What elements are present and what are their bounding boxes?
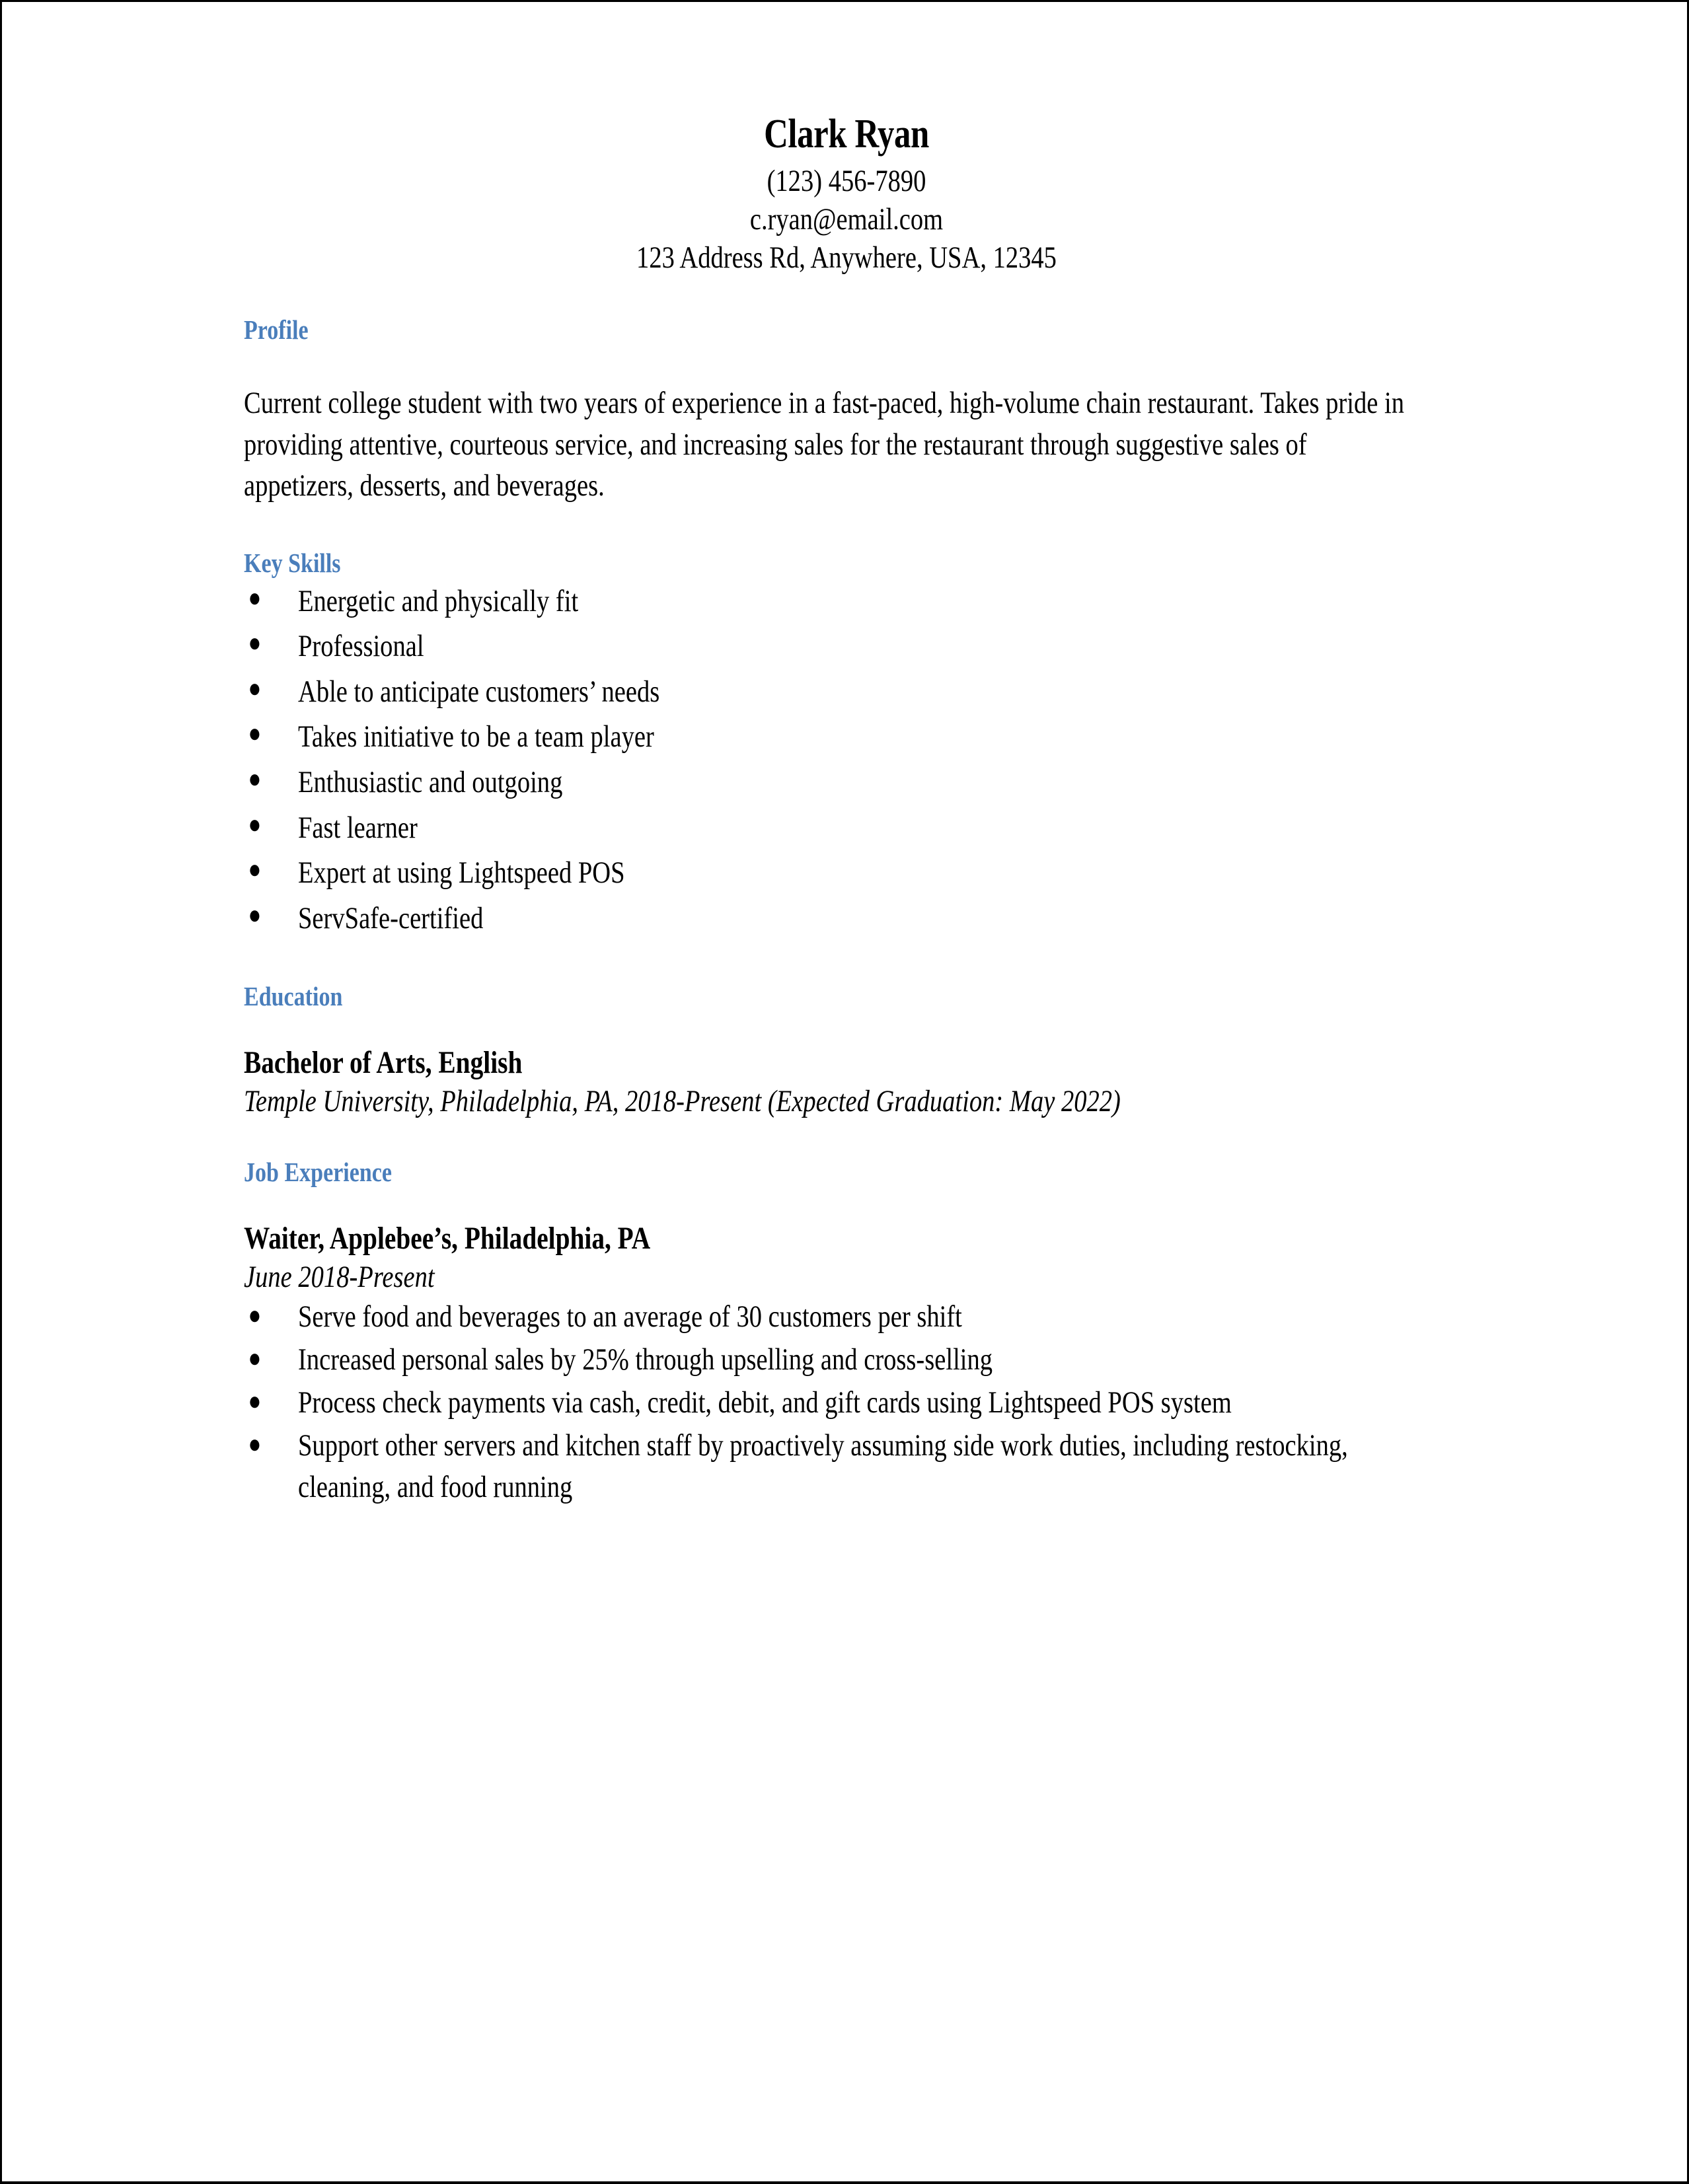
list-item: ● Professional — [244, 624, 1409, 669]
education-school: Temple University, Philadelphia, PA, 201… — [244, 1084, 1121, 1118]
list-item-label: Process check payments via cash, credit,… — [298, 1385, 1232, 1420]
list-item: ● Energetic and physically fit — [244, 579, 1409, 624]
bullet-icon: ● — [248, 582, 262, 612]
resume-page: Clark Ryan (123) 456-7890 c.ryan@email.c… — [0, 0, 1689, 2184]
list-item-label: Serve food and beverages to an average o… — [298, 1299, 962, 1334]
candidate-name: Clark Ryan — [764, 112, 929, 157]
list-item: ● Able to anticipate customers’ needs — [244, 669, 1409, 715]
list-item-label: Increased personal sales by 25% through … — [298, 1342, 993, 1377]
list-item: ● Fast learner — [244, 805, 1409, 851]
bullet-icon: ● — [248, 809, 262, 839]
profile-paragraph: Current college student with two years o… — [244, 386, 1404, 503]
key-skills-list: ● Energetic and physically fit ● Professio… — [244, 579, 1409, 941]
list-item-label: Support other servers and kitchen staff … — [298, 1428, 1348, 1505]
candidate-address: 123 Address Rd, Anywhere, USA, 12345 — [636, 240, 1057, 275]
section-heading-key-skills: Key Skills — [244, 547, 341, 578]
job-experience-list: ● Serve food and beverages to an average … — [244, 1296, 1409, 1508]
list-item: ● Enthusiastic and outgoing — [244, 760, 1409, 805]
candidate-phone: (123) 456-7890 — [767, 164, 926, 199]
list-item-label: Able to anticipate customers’ needs — [298, 674, 660, 709]
list-item: ● Support other servers and kitchen staff… — [244, 1425, 1409, 1508]
bullet-icon: ● — [248, 718, 262, 748]
list-item-label: ServSafe-certified — [298, 900, 484, 935]
list-item-label: Takes initiative to be a team player — [298, 719, 654, 754]
bullet-icon: ● — [248, 1386, 262, 1416]
list-item: ● Expert at using Lightspeed POS — [244, 850, 1409, 896]
job-position: Waiter, Applebee’s, Philadelphia, PA — [244, 1221, 651, 1256]
list-item-label: Expert at using Lightspeed POS — [298, 855, 625, 891]
bullet-icon: ● — [248, 764, 262, 794]
bullet-icon: ● — [248, 673, 262, 703]
list-item: ● ServSafe-certified — [244, 896, 1409, 941]
section-heading-profile: Profile — [244, 314, 309, 346]
list-item-label: Energetic and physically fit — [298, 583, 579, 618]
bullet-icon: ● — [248, 628, 262, 658]
bullet-icon: ● — [248, 1300, 262, 1330]
list-item: ● Takes initiative to be a team player — [244, 714, 1409, 760]
list-item: ● Increased personal sales by 25% through… — [244, 1339, 1409, 1381]
bullet-icon: ● — [248, 854, 262, 885]
bullet-icon: ● — [248, 1429, 262, 1459]
resume-body: Profile Current college student with two… — [244, 314, 1420, 1508]
education-degree: Bachelor of Arts, English — [244, 1045, 523, 1081]
list-item-label: Enthusiastic and outgoing — [298, 765, 563, 800]
resume-sheet: Clark Ryan (123) 456-7890 c.ryan@email.c… — [2, 2, 1687, 1510]
job-dates: June 2018-Present — [244, 1259, 435, 1294]
list-item-label: Fast learner — [298, 810, 418, 845]
section-heading-education: Education — [244, 981, 343, 1012]
bullet-icon: ● — [248, 899, 262, 929]
section-heading-job-experience: Job Experience — [244, 1157, 393, 1188]
resume-header: Clark Ryan (123) 456-7890 c.ryan@email.c… — [2, 2, 1687, 277]
list-item: ● Serve food and beverages to an average … — [244, 1296, 1409, 1338]
list-item-label: Professional — [298, 629, 424, 664]
candidate-email: c.ryan@email.com — [749, 201, 944, 237]
list-item: ● Process check payments via cash, credit… — [244, 1382, 1409, 1424]
bullet-icon: ● — [248, 1343, 262, 1373]
